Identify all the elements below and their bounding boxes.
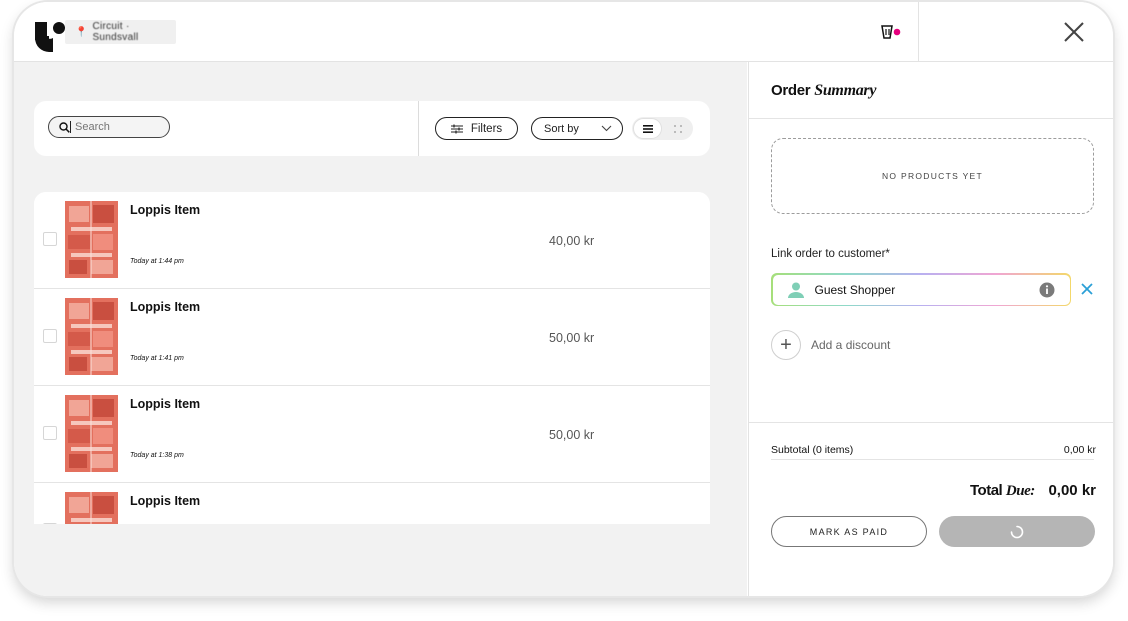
location-selector[interactable]: 📍 Circuit · Sundsvall — [65, 20, 176, 44]
product-price: 40,00 kr — [549, 234, 595, 248]
app-window: 📍 Circuit · Sundsvall Search Filters Sor… — [14, 2, 1113, 596]
title-italic: Summary — [814, 82, 877, 99]
list-icon — [642, 124, 653, 133]
product-name: Loppis Item — [130, 203, 201, 217]
top-bar: 📍 Circuit · Sundsvall — [14, 2, 1113, 62]
view-toggle — [632, 117, 693, 140]
subtotal-divider — [771, 459, 1094, 460]
subtotal-label: Subtotal (0 items) — [771, 444, 854, 456]
search-input[interactable] — [70, 121, 155, 133]
list-view-button[interactable] — [633, 118, 662, 139]
order-summary-title: Order Summary — [771, 82, 876, 100]
close-icon[interactable] — [1062, 20, 1086, 44]
divider — [749, 422, 1113, 423]
customer-selector[interactable]: Guest Shopper — [771, 273, 1071, 306]
add-discount-label[interactable]: Add a discount — [811, 338, 890, 352]
product-time: Today at 1:38 pm — [130, 452, 184, 459]
product-thumbnail — [65, 201, 118, 278]
product-row[interactable]: Loppis Item Today at 1:41 pm 50,00 kr — [34, 289, 710, 386]
row-checkbox[interactable] — [43, 426, 57, 440]
product-name: Loppis Item — [130, 494, 201, 508]
total-label: Total Due: — [970, 482, 1035, 500]
product-toolbar: Filters Sort by — [34, 101, 710, 156]
cart-icon[interactable] — [880, 24, 902, 42]
sliders-icon — [450, 124, 463, 133]
plus-icon: + — [780, 333, 792, 356]
map-pin-icon: 📍 — [75, 26, 88, 38]
grid-view-button[interactable] — [663, 118, 692, 139]
loading-spinner-icon — [1010, 525, 1024, 538]
product-list: Loppis Item Today at 1:44 pm 40,00 kr Lo… — [34, 192, 710, 524]
customer-name: Guest Shopper — [814, 282, 896, 297]
product-name: Loppis Item — [130, 397, 201, 411]
empty-cart-text: NO PRODUCTS YET — [881, 171, 984, 181]
filters-button[interactable]: Filters — [435, 117, 518, 140]
total-value: 0,00 kr — [1048, 482, 1096, 499]
product-time: Today at 1:44 pm — [130, 258, 184, 265]
total-label-italic: Due: — [1005, 483, 1035, 499]
customer-field[interactable]: Guest Shopper — [772, 274, 1070, 305]
chevron-down-icon — [601, 125, 612, 132]
title-plain: Order — [771, 82, 811, 99]
search-box[interactable] — [48, 116, 170, 138]
cart-badge — [893, 28, 901, 36]
product-thumbnail — [65, 395, 118, 472]
order-summary-panel: Order Summary NO PRODUCTS YET Link order… — [748, 62, 1113, 596]
location-label: Circuit · Sundsvall — [92, 21, 139, 43]
product-price: 50,00 kr — [549, 428, 595, 442]
product-price: 50,00 kr — [549, 331, 595, 345]
brand-logo-icon — [35, 22, 65, 52]
divider — [749, 118, 1113, 119]
add-discount-button[interactable]: + — [771, 330, 801, 360]
empty-cart-box: NO PRODUCTS YET — [771, 138, 1094, 214]
filters-label: Filters — [470, 122, 503, 135]
mark-as-paid-button[interactable]: MARK AS PAID — [771, 516, 927, 547]
row-checkbox[interactable] — [43, 523, 57, 524]
product-row[interactable]: Loppis Item — [34, 483, 710, 524]
total-label-plain: Total — [970, 482, 1003, 499]
product-panel: Filters Sort by — [14, 62, 747, 596]
grid-icon — [673, 124, 682, 133]
product-thumbnail — [65, 298, 118, 375]
link-customer-label: Link order to customer* — [771, 248, 890, 260]
sort-dropdown[interactable]: Sort by — [531, 117, 623, 140]
mark-as-paid-label: MARK AS PAID — [809, 526, 889, 537]
product-name: Loppis Item — [130, 300, 201, 314]
product-row[interactable]: Loppis Item Today at 1:38 pm 50,00 kr — [34, 386, 710, 483]
pay-button[interactable] — [939, 516, 1095, 547]
row-checkbox[interactable] — [43, 232, 57, 246]
person-icon — [787, 282, 804, 298]
product-row[interactable]: Loppis Item Today at 1:44 pm 40,00 kr — [34, 192, 710, 289]
info-icon[interactable] — [1039, 282, 1055, 298]
product-thumbnail — [65, 492, 118, 524]
subtotal-value: 0,00 kr — [1063, 444, 1096, 456]
remove-customer-icon[interactable] — [1080, 282, 1094, 296]
product-time: Today at 1:41 pm — [130, 355, 184, 362]
sort-label: Sort by — [544, 122, 579, 135]
toolbar-divider — [418, 101, 419, 156]
top-bar-divider — [918, 2, 919, 61]
search-icon — [59, 121, 70, 133]
row-checkbox[interactable] — [43, 329, 57, 343]
